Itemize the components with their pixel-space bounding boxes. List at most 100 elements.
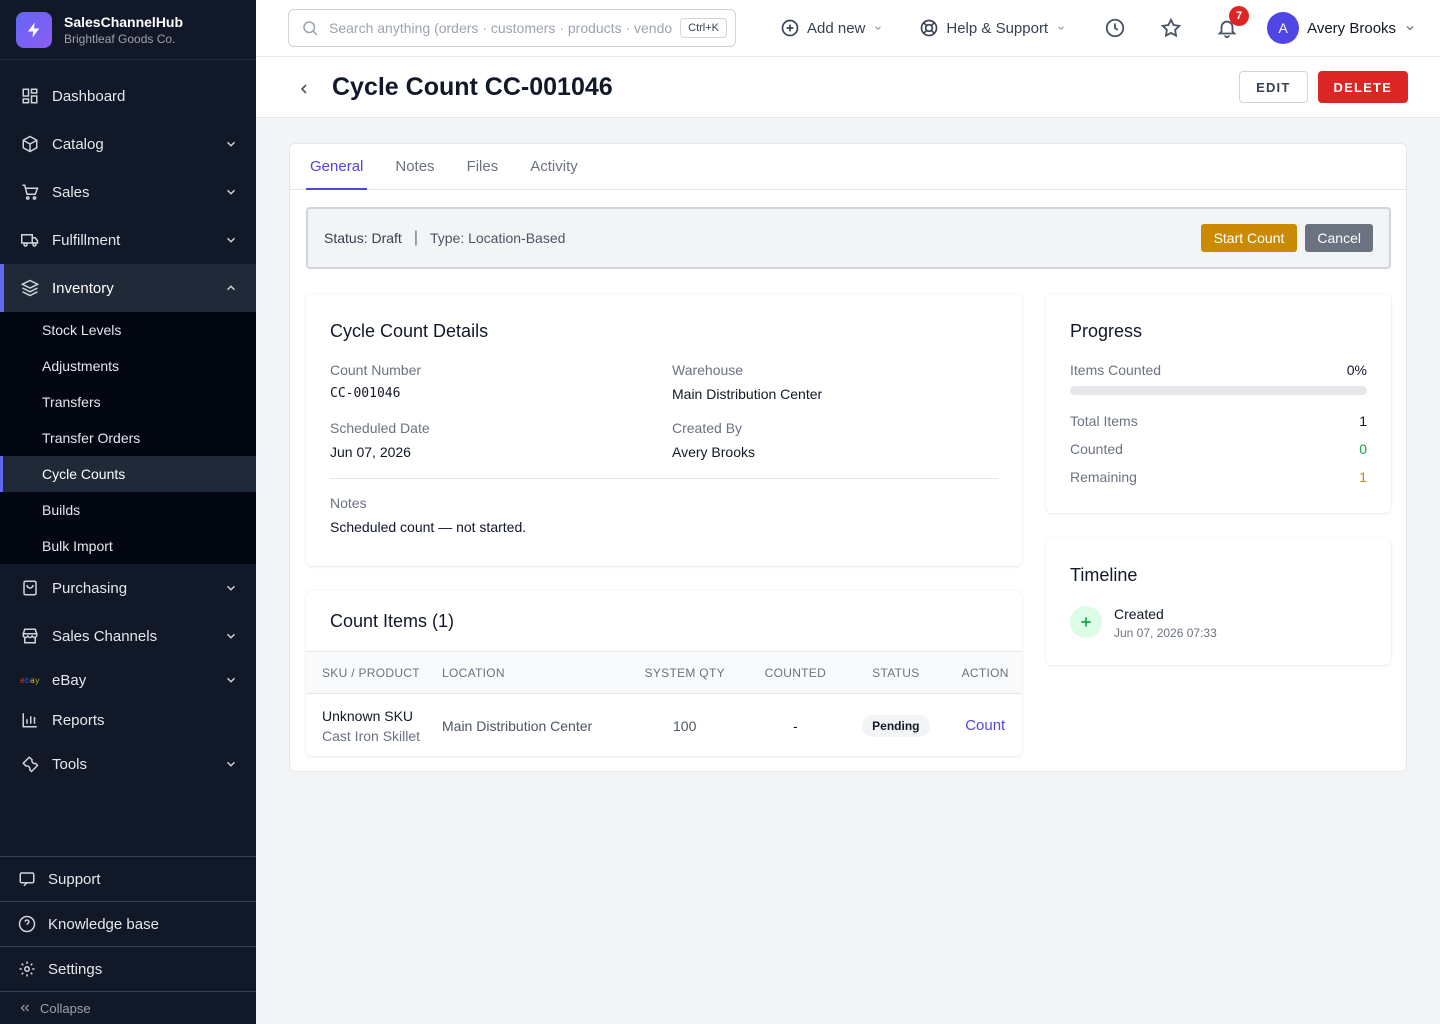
ebay-logo-text: ebay bbox=[20, 676, 40, 685]
chevron-down-icon bbox=[224, 673, 238, 687]
tab-notes[interactable]: Notes bbox=[391, 144, 438, 189]
count-items-panel: Count Items (1) SKU / PRODUCT LOCATION S… bbox=[306, 591, 1022, 756]
back-chevron-icon[interactable] bbox=[296, 81, 312, 97]
table-row: Unknown SKU Cast Iron Skillet Main Distr… bbox=[306, 694, 1022, 757]
box-icon bbox=[20, 134, 40, 154]
support-label: Support bbox=[48, 870, 101, 888]
scheduled-date-label: Scheduled Date bbox=[330, 420, 430, 436]
star-icon bbox=[1160, 17, 1182, 39]
sidebar-item-reports[interactable]: Reports bbox=[0, 700, 256, 740]
sidebar-subitem-builds[interactable]: Builds bbox=[0, 492, 256, 528]
chevron-down-icon bbox=[224, 757, 238, 771]
search-input[interactable] bbox=[329, 20, 673, 36]
cycle-count-card: General Notes Files Activity Status: Dra… bbox=[289, 143, 1407, 772]
count-items-table: SKU / PRODUCT LOCATION SYSTEM QTY COUNTE… bbox=[306, 651, 1022, 756]
topbar: Ctrl+K Add new Help & Support 7 A Avery … bbox=[256, 0, 1440, 57]
sidebar-item-inventory[interactable]: Inventory bbox=[0, 264, 256, 312]
progress-panel: Progress Items Counted 0% Total Items 1 … bbox=[1046, 294, 1391, 513]
sidebar-item-tools[interactable]: Tools bbox=[0, 740, 256, 788]
sidebar-subitem-adjustments[interactable]: Adjustments bbox=[0, 348, 256, 384]
timeline-event-date: Jun 07, 2026 07:33 bbox=[1114, 626, 1217, 640]
history-button[interactable] bbox=[1103, 16, 1127, 40]
user-name: Avery Brooks bbox=[1307, 19, 1397, 37]
row-system-qty: 100 bbox=[673, 717, 697, 734]
sidebar-item-label: Sales Channels bbox=[52, 627, 158, 645]
chevron-down-icon bbox=[224, 137, 238, 151]
shortcut-hint: Ctrl+K bbox=[680, 18, 727, 38]
company-name: Brightleaf Goods Co. bbox=[64, 31, 176, 46]
avatar: A bbox=[1267, 12, 1300, 44]
start-count-button[interactable]: Start Count bbox=[1200, 224, 1298, 252]
status-text: Status: Draft bbox=[324, 230, 402, 246]
sidebar-item-label: Purchasing bbox=[52, 579, 128, 597]
notes-value: Scheduled count — not started. bbox=[330, 519, 527, 535]
sidebar-subitem-cycle-counts[interactable]: Cycle Counts bbox=[0, 456, 256, 492]
plus-circle-icon bbox=[780, 18, 800, 38]
user-menu[interactable]: A Avery Brooks bbox=[1267, 12, 1416, 44]
sidebar-item-catalog[interactable]: Catalog bbox=[0, 120, 256, 168]
col-location: LOCATION bbox=[442, 651, 622, 694]
sidebar-item-sales[interactable]: Sales bbox=[0, 168, 256, 216]
main-nav: Dashboard Catalog Sales Fulfillment Inve… bbox=[0, 60, 256, 788]
tab-general[interactable]: General bbox=[306, 144, 368, 190]
edit-button[interactable]: EDIT bbox=[1239, 71, 1308, 103]
sidebar-knowledge-base[interactable]: Knowledge base bbox=[0, 902, 256, 947]
count-items-heading: Count Items (1) bbox=[330, 611, 455, 631]
count-number-value: CC-001046 bbox=[330, 386, 401, 401]
gear-icon bbox=[18, 960, 36, 978]
delete-button[interactable]: DELETE bbox=[1317, 71, 1408, 103]
search-icon bbox=[301, 19, 319, 37]
sidebar-subitem-bulk-import[interactable]: Bulk Import bbox=[0, 528, 256, 564]
sidebar-subitem-transfer-orders[interactable]: Transfer Orders bbox=[0, 420, 256, 456]
status-separator: | bbox=[413, 229, 418, 246]
counted-value: 0 bbox=[1359, 441, 1367, 457]
sidebar-subitem-stock-levels[interactable]: Stock Levels bbox=[0, 312, 256, 348]
help-support-button[interactable]: Help & Support bbox=[919, 18, 1066, 38]
warehouse-label: Warehouse bbox=[672, 362, 744, 378]
dashboard-icon bbox=[20, 86, 40, 106]
favorites-button[interactable] bbox=[1159, 16, 1183, 40]
col-counted: COUNTED bbox=[747, 651, 844, 694]
sidebar-item-sales-channels[interactable]: Sales Channels bbox=[0, 612, 256, 660]
col-action: ACTION bbox=[948, 651, 1022, 694]
created-by-label: Created By bbox=[672, 420, 743, 436]
status-bar: Status: Draft | Type: Location-Based Sta… bbox=[306, 207, 1391, 269]
add-new-button[interactable]: Add new bbox=[780, 18, 883, 38]
layers-icon bbox=[20, 278, 40, 298]
counted-label: Counted bbox=[1070, 441, 1123, 457]
notification-badge: 7 bbox=[1229, 6, 1250, 26]
table-header-row: SKU / PRODUCT LOCATION SYSTEM QTY COUNTE… bbox=[306, 651, 1022, 694]
timeline-event-title: Created bbox=[1114, 606, 1164, 622]
help-label: Help & Support bbox=[946, 19, 1049, 37]
created-by-value: Avery Brooks bbox=[672, 444, 755, 460]
sidebar-item-purchasing[interactable]: Purchasing bbox=[0, 564, 256, 612]
count-link[interactable]: Count bbox=[965, 717, 1005, 734]
chevron-down-icon bbox=[1404, 22, 1416, 34]
row-counted: - bbox=[793, 717, 798, 734]
sidebar-subitem-transfers[interactable]: Transfers bbox=[0, 384, 256, 420]
sidebar-item-fulfillment[interactable]: Fulfillment bbox=[0, 216, 256, 264]
cart-icon bbox=[20, 182, 40, 202]
page-header: Cycle Count CC-001046 EDIT DELETE bbox=[256, 57, 1440, 118]
sidebar-collapse[interactable]: Collapse bbox=[0, 992, 256, 1024]
sidebar-support[interactable]: Support bbox=[0, 857, 256, 902]
help-circle-icon bbox=[18, 915, 36, 933]
sidebar-item-dashboard[interactable]: Dashboard bbox=[0, 72, 256, 120]
details-heading: Cycle Count Details bbox=[330, 321, 489, 341]
bolt-icon bbox=[16, 11, 52, 48]
store-icon bbox=[20, 626, 40, 646]
search-box[interactable]: Ctrl+K bbox=[288, 9, 736, 47]
sidebar-item-label: Inventory bbox=[52, 279, 114, 297]
sidebar-item-ebay[interactable]: ebay eBay bbox=[0, 660, 256, 700]
remaining-value: 1 bbox=[1359, 469, 1367, 485]
tab-activity[interactable]: Activity bbox=[526, 144, 582, 189]
cancel-button[interactable]: Cancel bbox=[1305, 224, 1373, 252]
notifications-button[interactable]: 7 bbox=[1215, 6, 1250, 40]
brand[interactable]: SalesChannelHub Brightleaf Goods Co. bbox=[0, 0, 256, 60]
tab-files[interactable]: Files bbox=[463, 144, 503, 189]
items-counted-percent: 0% bbox=[1346, 362, 1367, 378]
divider bbox=[330, 478, 998, 479]
wrench-icon bbox=[20, 754, 40, 774]
sidebar-settings[interactable]: Settings bbox=[0, 947, 256, 992]
col-system-qty: SYSTEM QTY bbox=[622, 651, 748, 694]
